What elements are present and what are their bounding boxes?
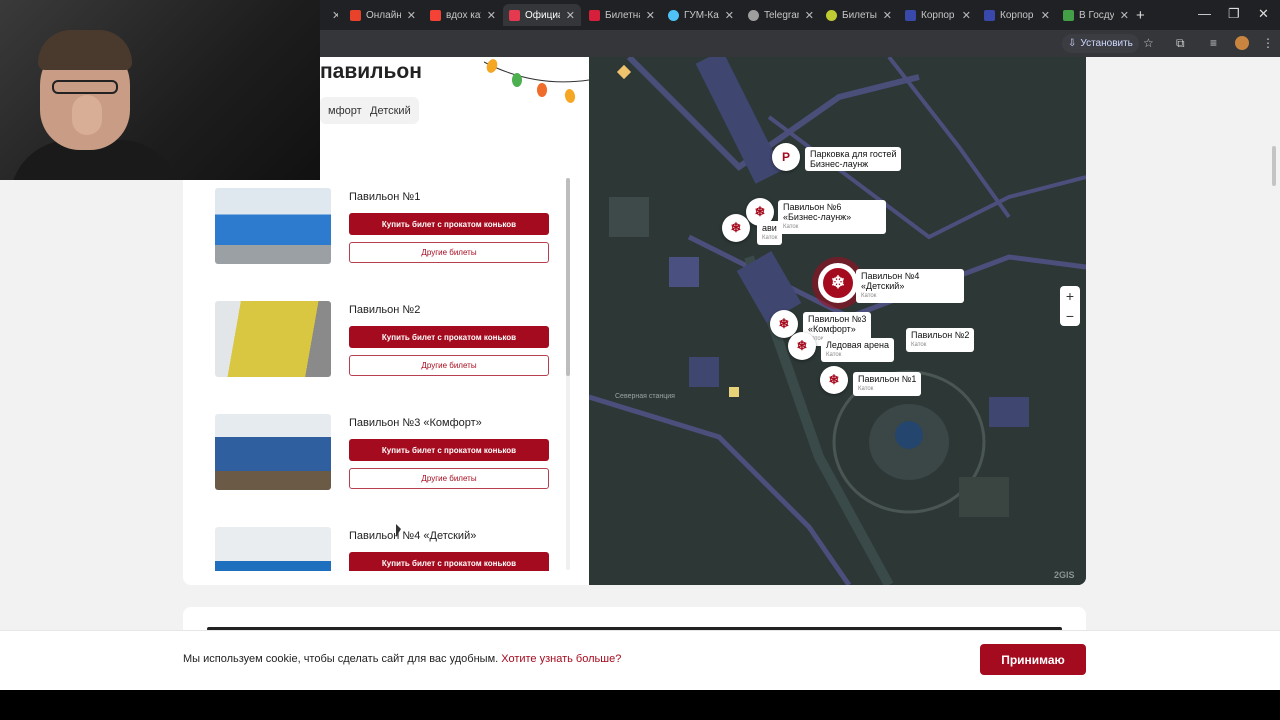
page-title: павильон [320,60,422,83]
maximize-icon[interactable]: ❐ [1228,6,1240,22]
close-icon[interactable]: ✕ [962,9,971,22]
close-icon[interactable]: ✕ [805,9,814,22]
browser-tab[interactable]: ГУМ-Кат✕ [662,4,740,26]
install-icon: ⇩ [1068,38,1077,49]
bookmark-star-icon[interactable]: ☆ [1143,36,1154,50]
tab-favicon-icon [430,9,441,21]
pavilion1-pin[interactable]: ❄ [820,366,848,394]
pavilion-photo [215,527,331,571]
close-icon[interactable]: ✕ [566,9,575,22]
extensions-icon[interactable]: ⧉ [1176,36,1185,51]
garland-decoration-icon [484,59,589,103]
close-icon[interactable]: ✕ [725,9,734,22]
ice-arena-label: Ледовая арена Каток [821,338,895,362]
browser-tab[interactable]: ✕ [320,4,338,26]
ice-arena-pin[interactable]: ❄ [788,332,816,360]
close-icon[interactable]: ✕ [407,9,416,22]
webcam-person-glasses [52,80,118,94]
pavilion-photo [215,414,331,490]
browser-tab[interactable]: Билеты ✕ [820,4,898,26]
zoom-in-button[interactable]: + [1060,286,1080,306]
pavilion2-label: Павильон №2 Каток [906,328,975,352]
cookie-learn-more-link[interactable]: Хотите узнать больше? [501,653,621,665]
webcam-overlay [0,0,320,180]
profile-avatar-icon[interactable] [1235,36,1249,50]
pavilion6-label: Павильон №6 «Бизнес-лаунж» Каток [778,200,886,234]
tab-favicon-icon [1063,9,1074,21]
tab-favicon-icon [905,9,916,21]
close-icon[interactable]: ✕ [1041,9,1050,22]
browser-tab[interactable]: вдох кат✕ [424,4,502,26]
tab-favicon-icon [826,9,837,21]
minimize-icon[interactable]: — [1198,6,1211,21]
tab-favicon-icon [748,9,759,21]
cookie-text: Мы используем cookie, чтобы сделать сайт… [183,653,622,665]
webcam-person-hand [72,95,102,135]
pavilion5-pin[interactable]: ❄ [722,214,750,242]
pavilion4-pin-selected[interactable]: ❄ [818,263,858,303]
parking-label: Парковка для гостей Бизнес-лаунж [805,147,902,171]
tab-favicon-icon [668,9,679,21]
pavilion-list: Павильон №1 Купить билет с прокатом конь… [204,185,560,571]
list-item: Павильон №1 Купить билет с прокатом конь… [204,185,560,285]
browser-tab[interactable]: Корпор ✕ [899,4,977,26]
other-tickets-button[interactable]: Другие билеты [349,355,549,376]
tab-favicon-icon [589,9,600,21]
reading-list-icon[interactable]: ≡ [1210,36,1217,50]
mouse-cursor-icon [396,524,401,537]
install-app-button[interactable]: ⇩ Установить [1062,34,1139,53]
buy-ticket-button[interactable]: Купить билет с прокатом коньков [349,552,549,571]
zoom-out-button[interactable]: − [1060,306,1080,326]
list-item: Павильон №3 «Комфорт» Купить билет с про… [204,411,560,511]
other-tickets-button[interactable]: Другие билеты [349,468,549,489]
parking-pin[interactable]: P [772,143,800,171]
browser-tab[interactable]: Корпор ✕ [978,4,1056,26]
pavilion-photo [215,188,331,264]
browser-tab[interactable]: Telegram✕ [742,4,820,26]
tab-favicon-icon [509,9,520,21]
menu-kebab-icon[interactable]: ⋮ [1262,36,1274,50]
buy-ticket-button[interactable]: Купить билет с прокатом коньков [349,439,549,461]
pavilion1-label: Павильон №1 Каток [853,372,922,396]
pavilion4-label: Павильон №4 «Детский» Каток [856,269,964,303]
tab-favicon-icon [984,9,995,21]
buy-ticket-button[interactable]: Купить билет с прокатом коньков [349,213,549,235]
list-item: Павильон №2 Купить билет с прокатом конь… [204,298,560,398]
close-icon[interactable]: ✕ [487,9,496,22]
accept-cookies-button[interactable]: Принимаю [980,644,1086,675]
pavilion-photo [215,301,331,377]
window-close-icon[interactable]: ✕ [1258,6,1269,22]
tab-favicon-icon [350,9,361,21]
close-icon[interactable]: ✕ [332,9,338,22]
station-label: Северная станция [615,393,675,400]
browser-tab-active[interactable]: Официа ✕ [503,4,581,26]
browser-tab[interactable]: Билетна✕ [583,4,661,26]
browser-tab[interactable]: Онлайн ✕ [344,4,422,26]
pavilion5-label: ави Каток [757,221,783,245]
list-item: Павильон №4 «Детский» Купить билет с про… [204,524,560,571]
buy-ticket-button[interactable]: Купить билет с прокатом коньков [349,326,549,348]
close-icon[interactable]: ✕ [1120,9,1129,22]
page-scrollbar[interactable] [1272,146,1276,186]
map-zoom-control: + − [1060,286,1080,326]
webcam-person-hair [38,30,132,70]
other-tickets-button[interactable]: Другие билеты [349,242,549,263]
filter-chip-kids[interactable]: Детский [362,97,419,124]
bottom-black-bar [0,690,1280,720]
list-scrollbar[interactable] [566,178,570,376]
close-icon[interactable]: ✕ [646,9,655,22]
new-tab-icon[interactable]: + [1136,7,1145,24]
close-icon[interactable]: ✕ [883,9,892,22]
browser-tab[interactable]: В Госду ✕ [1057,4,1135,26]
map-provider-logo: 2GIS [1054,570,1075,580]
